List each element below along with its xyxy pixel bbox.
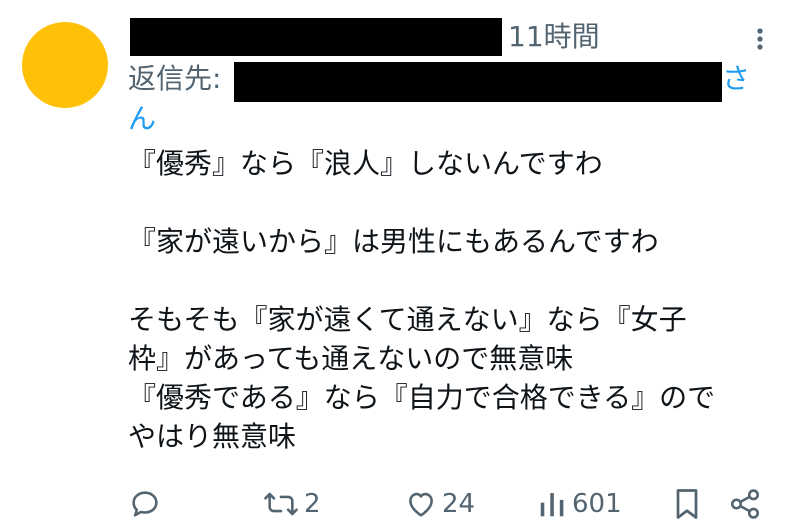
tweet-text-line: 『優秀である』なら『自力で合格できる』ので: [128, 381, 716, 414]
heart-icon: [409, 492, 433, 517]
reply-icon: [132, 491, 158, 517]
like-count: 24: [442, 489, 476, 519]
tweet-text-line: やはり無意味: [128, 420, 297, 453]
tweet-text-line: 『優秀』なら『浪人』しないんですわ: [128, 147, 603, 180]
tweet: 11時間 返信先: さ ん 『優秀』なら『浪人』しないんですわ 『家が遠いから』…: [0, 0, 800, 527]
reply-handle-suffix[interactable]: さ: [722, 60, 750, 98]
reply-handle-suffix-continued[interactable]: ん: [128, 100, 156, 138]
retweet-button[interactable]: 2: [262, 484, 321, 524]
avatar[interactable]: [22, 22, 108, 108]
like-button[interactable]: 24: [404, 484, 475, 524]
retweet-icon: [264, 492, 298, 516]
share-icon: [730, 489, 760, 519]
tweet-text-line: 『家が遠いから』は男性にもあるんですわ: [128, 225, 659, 258]
tweet-text-line: [128, 261, 788, 300]
views-count: 601: [572, 489, 622, 519]
action-bar: 2 24 601: [0, 484, 800, 524]
reply-button[interactable]: [128, 484, 162, 524]
bar-chart-icon: [540, 493, 564, 517]
tweet-text-line: [128, 183, 788, 222]
timestamp[interactable]: 11時間: [508, 20, 600, 54]
retweet-count: 2: [304, 489, 321, 519]
reply-to-label: 返信先:: [128, 62, 222, 95]
bookmark-icon: [676, 489, 698, 519]
tweet-text-line: 枠』があっても通えないので無意味: [128, 342, 574, 375]
tweet-text: 『優秀』なら『浪人』しないんですわ 『家が遠いから』は男性にもあるんですわ そも…: [128, 144, 788, 456]
bookmark-button[interactable]: [672, 484, 702, 524]
redacted-reply-handle[interactable]: [234, 62, 722, 102]
views-button[interactable]: 601: [538, 484, 622, 524]
tweet-text-line: そもそも『家が遠くて通えない』なら『女子: [128, 303, 687, 336]
redacted-display-name: [130, 18, 502, 56]
share-button[interactable]: [728, 484, 762, 524]
more-options-icon[interactable]: [748, 24, 772, 54]
